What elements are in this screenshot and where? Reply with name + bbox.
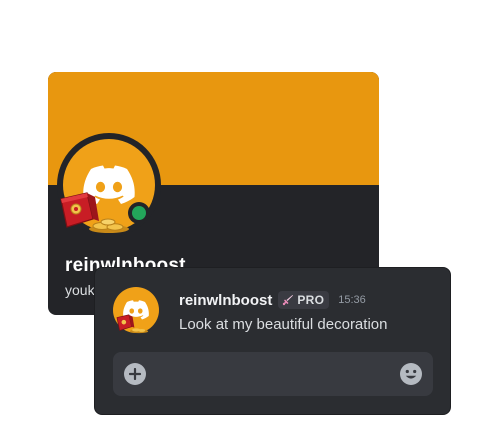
pro-badge[interactable]: PRO [278, 291, 330, 309]
pro-badge-label: PRO [297, 293, 325, 307]
message-header: reinwlnboost PRO 15:36 [179, 291, 366, 309]
message-timestamp: 15:36 [338, 294, 366, 306]
profile-avatar[interactable] [57, 133, 161, 237]
stage: reinwlnboost youk reinwlnboost PRO 15:36… [0, 0, 480, 434]
message-input[interactable] [113, 352, 433, 396]
profile-handle: youk [65, 282, 95, 298]
red-gift-box-icon [60, 192, 129, 233]
message-panel: reinwlnboost PRO 15:36 Look at my beauti… [94, 267, 451, 415]
plus-circle-icon [129, 368, 141, 380]
sword-icon [283, 295, 294, 306]
message-avatar[interactable] [113, 287, 161, 335]
message-content: Look at my beautiful decoration [179, 316, 388, 333]
message-username[interactable]: reinwlnboost [179, 292, 272, 309]
add-attachment-button[interactable] [124, 363, 146, 385]
red-gift-box-icon [116, 314, 149, 334]
smiley-icon[interactable] [399, 362, 423, 386]
